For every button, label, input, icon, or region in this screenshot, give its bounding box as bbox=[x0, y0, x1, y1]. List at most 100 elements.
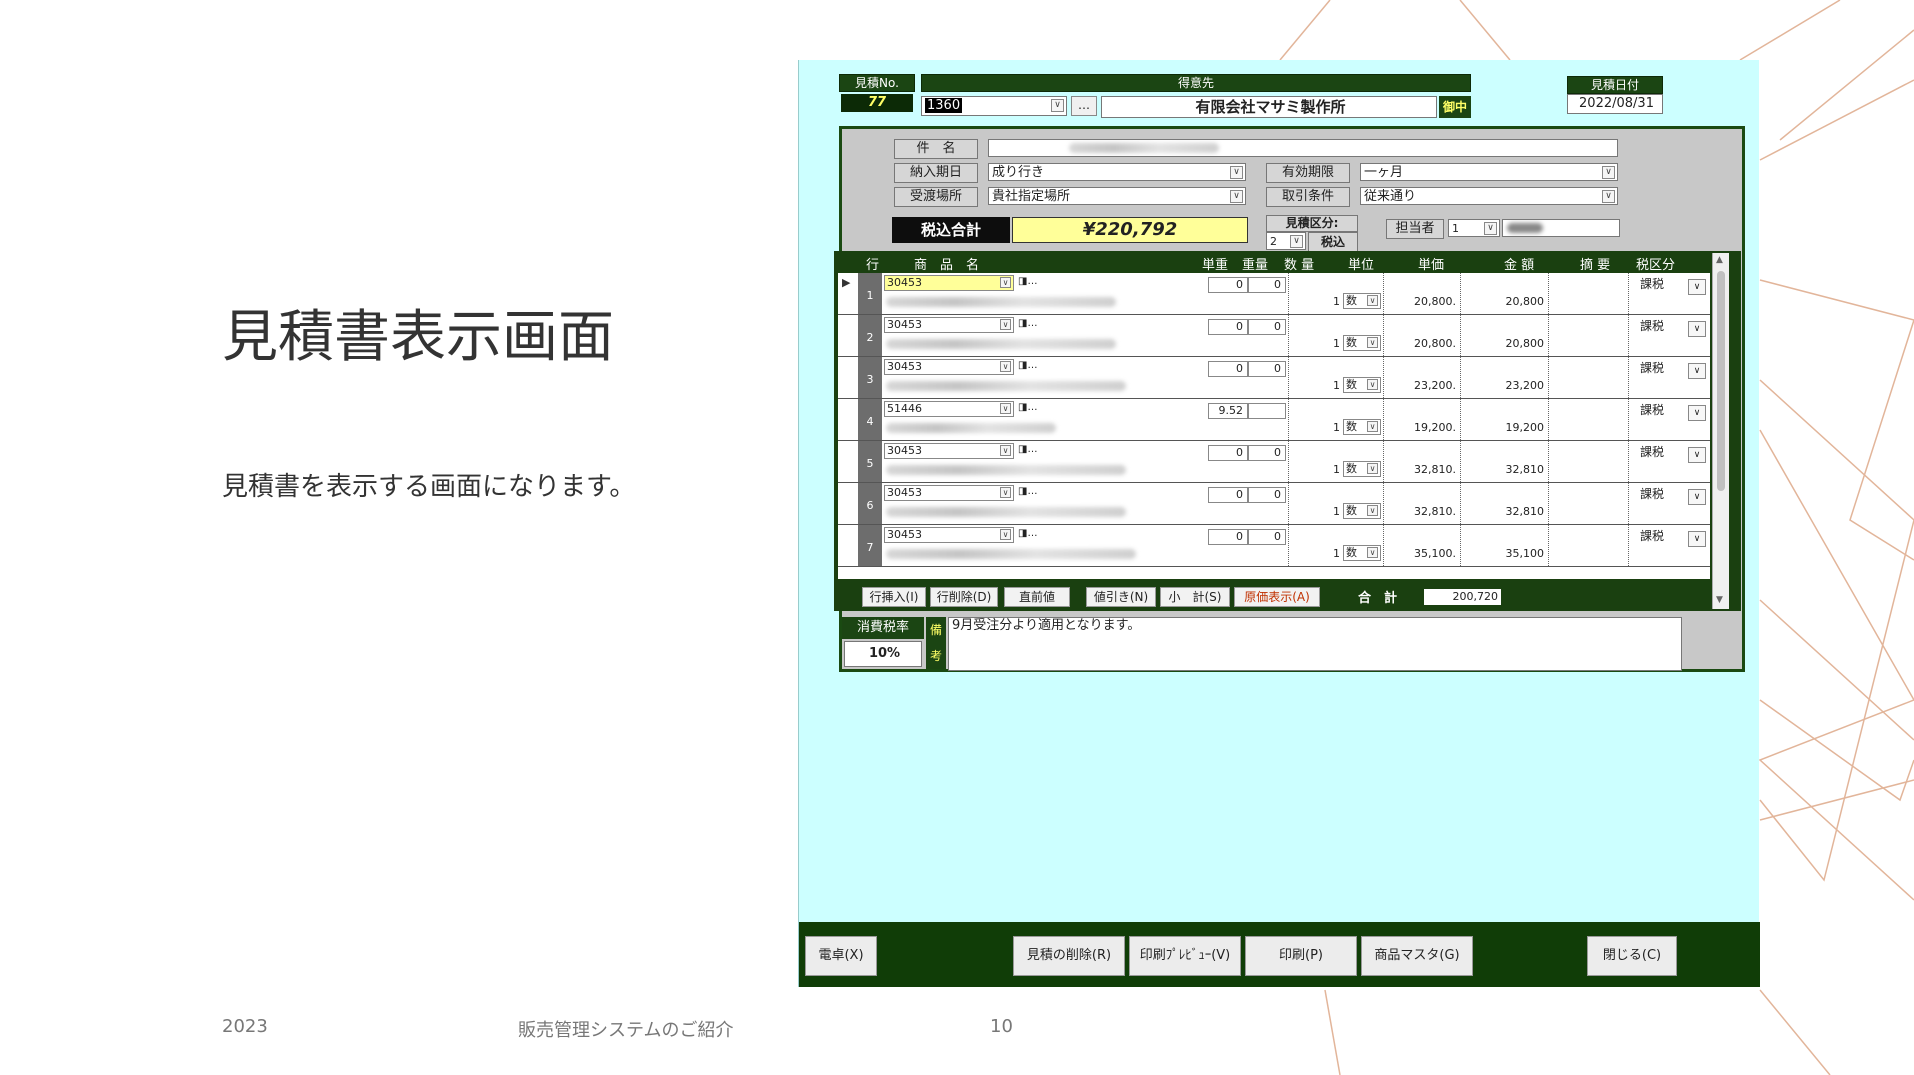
product-code-select[interactable]: 30453 ∨ bbox=[884, 317, 1014, 333]
table-row[interactable]: 7 30453 ∨ ◨… 0 0 1 数 ∨ 35,100. 35,100 課税 ∨ bbox=[838, 525, 1710, 567]
chevron-down-icon: ∨ bbox=[1000, 361, 1011, 372]
unit-weight-field[interactable]: 0 bbox=[1208, 277, 1248, 293]
terms-select[interactable]: 従来通り ∨ bbox=[1360, 187, 1618, 205]
close-button[interactable]: 閉じる(C) bbox=[1587, 936, 1677, 976]
row-number: 4 bbox=[858, 399, 882, 440]
staff-num: 1 bbox=[1452, 222, 1459, 235]
tax-type-value: 課税 bbox=[1640, 487, 1665, 501]
unit-value: 数 bbox=[1346, 294, 1357, 307]
chevron-down-icon[interactable]: ∨ bbox=[1688, 405, 1706, 421]
product-code-select[interactable]: 30453 ∨ bbox=[884, 275, 1014, 291]
weight-field[interactable]: 0 bbox=[1248, 277, 1286, 293]
print-button[interactable]: 印刷(P) bbox=[1245, 936, 1357, 976]
unit-select[interactable]: 数 ∨ bbox=[1343, 503, 1381, 519]
table-row[interactable]: 4 51446 ∨ ◨… 9.52 1 数 ∨ 19,200. 19,200 課税 ∨ bbox=[838, 399, 1710, 441]
product-search-icon[interactable]: ◨… bbox=[1018, 275, 1048, 289]
unit-select[interactable]: 数 ∨ bbox=[1343, 545, 1381, 561]
table-row[interactable]: 5 30453 ∨ ◨… 0 0 1 数 ∨ 32,810. 32,810 課税 ∨ bbox=[838, 441, 1710, 483]
estimate-no-value: 77 bbox=[841, 94, 913, 112]
grid-scrollbar[interactable]: ▲ ▼ bbox=[1712, 253, 1729, 609]
row-number: 2 bbox=[858, 315, 882, 356]
chevron-down-icon: ∨ bbox=[1367, 337, 1378, 348]
quantity-value: 1 bbox=[1333, 295, 1340, 308]
unit-weight-field[interactable]: 0 bbox=[1208, 361, 1248, 377]
previous-value-button[interactable]: 直前値 bbox=[1004, 587, 1070, 607]
unit-weight-field[interactable]: 0 bbox=[1208, 445, 1248, 461]
product-code-select[interactable]: 30453 ∨ bbox=[884, 443, 1014, 459]
unit-select[interactable]: 数 ∨ bbox=[1343, 293, 1381, 309]
staff-select[interactable]: 1 ∨ bbox=[1448, 219, 1500, 237]
weight-field[interactable]: 0 bbox=[1248, 445, 1286, 461]
weight-field[interactable]: 0 bbox=[1248, 319, 1286, 335]
quantity-value: 1 bbox=[1333, 421, 1340, 434]
row-insert-button[interactable]: 行挿入(I) bbox=[862, 587, 926, 607]
product-search-icon[interactable]: ◨… bbox=[1018, 527, 1048, 541]
row-number: 3 bbox=[858, 357, 882, 398]
weight-field[interactable] bbox=[1248, 403, 1286, 419]
weight-field[interactable]: 0 bbox=[1248, 487, 1286, 503]
delete-estimate-button[interactable]: 見積の削除(R) bbox=[1013, 936, 1125, 976]
product-code-select[interactable]: 30453 ∨ bbox=[884, 359, 1014, 375]
cost-display-button[interactable]: 原価表示(A) bbox=[1234, 587, 1320, 607]
chevron-down-icon: ∨ bbox=[1367, 463, 1378, 474]
unit-select[interactable]: 数 ∨ bbox=[1343, 419, 1381, 435]
place-select[interactable]: 貴社指定場所 ∨ bbox=[988, 187, 1246, 205]
unit-price-value: 20,800. bbox=[1414, 295, 1456, 308]
unit-weight-field[interactable]: 0 bbox=[1208, 487, 1248, 503]
unit-value: 数 bbox=[1346, 420, 1357, 433]
date-field[interactable]: 2022/08/31 bbox=[1567, 94, 1663, 114]
product-code-select[interactable]: 30453 ∨ bbox=[884, 485, 1014, 501]
unit-select[interactable]: 数 ∨ bbox=[1343, 335, 1381, 351]
unit-weight-field[interactable]: 0 bbox=[1208, 319, 1248, 335]
quantity-value: 1 bbox=[1333, 505, 1340, 518]
chevron-down-icon[interactable]: ∨ bbox=[1688, 321, 1706, 337]
validity-select[interactable]: 一ヶ月 ∨ bbox=[1360, 163, 1618, 181]
subtotal-button[interactable]: 小 計(S) bbox=[1160, 587, 1230, 607]
scroll-up-icon[interactable]: ▲ bbox=[1716, 255, 1723, 265]
remarks-textarea[interactable]: 9月受注分より適用となります。 bbox=[948, 617, 1682, 671]
product-code-select[interactable]: 51446 ∨ bbox=[884, 401, 1014, 417]
total-value: 200,720 bbox=[1424, 589, 1501, 605]
chevron-down-icon[interactable]: ∨ bbox=[1688, 489, 1706, 505]
subject-input[interactable] bbox=[988, 139, 1618, 157]
product-master-button[interactable]: 商品マスタ(G) bbox=[1361, 936, 1473, 976]
unit-weight-field[interactable]: 9.52 bbox=[1208, 403, 1248, 419]
delivery-select[interactable]: 成り行き ∨ bbox=[988, 163, 1246, 181]
unit-weight-field[interactable]: 0 bbox=[1208, 529, 1248, 545]
chevron-down-icon[interactable]: ∨ bbox=[1688, 363, 1706, 379]
chevron-down-icon[interactable]: ∨ bbox=[1688, 531, 1706, 547]
chevron-down-icon[interactable]: ∨ bbox=[1688, 279, 1706, 295]
quantity-value: 1 bbox=[1333, 463, 1340, 476]
tax-type-value: 課税 bbox=[1640, 529, 1665, 543]
product-search-icon[interactable]: ◨… bbox=[1018, 485, 1048, 499]
kubun-select[interactable]: 2 ∨ bbox=[1266, 232, 1306, 250]
customer-lookup-button[interactable]: … bbox=[1071, 96, 1097, 116]
weight-field[interactable]: 0 bbox=[1248, 361, 1286, 377]
quantity-value: 1 bbox=[1333, 337, 1340, 350]
unit-select[interactable]: 数 ∨ bbox=[1343, 461, 1381, 477]
unit-select[interactable]: 数 ∨ bbox=[1343, 377, 1381, 393]
print-preview-button[interactable]: 印刷ﾌﾟﾚﾋﾞｭｰ(V) bbox=[1129, 936, 1241, 976]
tax-rate-value[interactable]: 10% bbox=[844, 641, 922, 667]
customer-code-select[interactable]: 1360 ∨ bbox=[921, 96, 1067, 116]
place-label: 受渡場所 bbox=[894, 187, 978, 207]
slide-subtitle: 見積書を表示する画面になります。 bbox=[222, 472, 636, 502]
table-row[interactable]: 6 30453 ∨ ◨… 0 0 1 数 ∨ 32,810. 32,810 課税 ∨ bbox=[838, 483, 1710, 525]
header-price: 単価 bbox=[1418, 258, 1445, 273]
discount-button[interactable]: 値引き(N) bbox=[1086, 587, 1156, 607]
product-code-select[interactable]: 30453 ∨ bbox=[884, 527, 1014, 543]
product-search-icon[interactable]: ◨… bbox=[1018, 359, 1048, 373]
row-delete-button[interactable]: 行削除(D) bbox=[930, 587, 998, 607]
scroll-down-icon[interactable]: ▼ bbox=[1716, 595, 1723, 605]
table-row[interactable]: 3 30453 ∨ ◨… 0 0 1 数 ∨ 23,200. 23,200 課税 ∨ bbox=[838, 357, 1710, 399]
table-row[interactable]: ▶ 1 30453 ∨ ◨… 0 0 1 数 ∨ 20,800. 20,800 課税 ∨ bbox=[838, 273, 1710, 315]
table-row[interactable]: 2 30453 ∨ ◨… 0 0 1 数 ∨ 20,800. 20,800 課税 ∨ bbox=[838, 315, 1710, 357]
scroll-thumb[interactable] bbox=[1717, 271, 1725, 491]
chevron-down-icon[interactable]: ∨ bbox=[1688, 447, 1706, 463]
product-search-icon[interactable]: ◨… bbox=[1018, 317, 1048, 331]
calculator-button[interactable]: 電卓(X) bbox=[805, 936, 877, 976]
product-search-icon[interactable]: ◨… bbox=[1018, 443, 1048, 457]
product-search-icon[interactable]: ◨… bbox=[1018, 401, 1048, 415]
delivery-label: 納入期日 bbox=[894, 163, 978, 183]
weight-field[interactable]: 0 bbox=[1248, 529, 1286, 545]
